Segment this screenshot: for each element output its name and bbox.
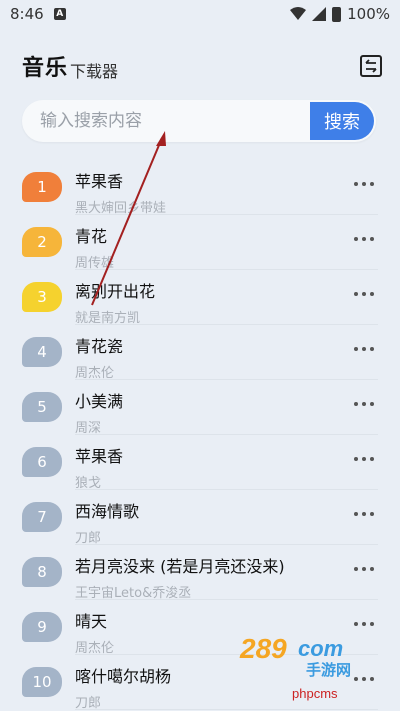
song-text: 喀什噶尔胡杨 刀郎 — [75, 663, 171, 711]
watermark-logo-com: com — [298, 636, 343, 661]
song-artist: 狼戈 — [75, 476, 102, 491]
notification-a-icon: A — [53, 8, 66, 20]
status-right: 100% — [290, 5, 390, 23]
song-artist: 刀郎 — [75, 696, 102, 711]
song-row[interactable]: 3 离别开出花 就是南方凯 — [0, 270, 400, 326]
song-title: 离别开出花 — [75, 282, 156, 301]
song-artist: 黑大婶回乡带娃 — [75, 201, 167, 216]
switch-icon[interactable] — [360, 55, 382, 77]
watermark-site: phpcms — [292, 686, 338, 701]
song-text: 青花瓷 周杰伦 — [75, 333, 123, 381]
status-bar: 8:46 A 100% — [0, 0, 400, 28]
song-title: 晴天 — [75, 612, 108, 631]
song-title: 苹果香 — [75, 447, 124, 466]
song-text: 苹果香 黑大婶回乡带娃 — [75, 168, 166, 216]
song-row[interactable]: 2 青花 周传雄 — [0, 215, 400, 271]
song-title: 喀什噶尔胡杨 — [75, 667, 172, 686]
rank-badge: 2 — [22, 227, 62, 257]
song-text: 若月亮没来 (若是月亮还没来) 王宇宙Leto&乔浚丞 — [75, 553, 285, 601]
more-options-icon[interactable] — [354, 402, 374, 406]
rank-badge: 4 — [22, 337, 62, 367]
signal-icon — [312, 7, 327, 21]
rank-badge: 9 — [22, 612, 62, 642]
song-title: 小美满 — [75, 392, 124, 411]
song-text: 小美满 周深 — [75, 388, 123, 436]
more-options-icon[interactable] — [354, 292, 374, 296]
rank-badge: 7 — [22, 502, 62, 532]
song-text: 西海情歌 刀郎 — [75, 498, 139, 546]
more-options-icon[interactable] — [354, 182, 374, 186]
search-bar: 搜索 — [22, 100, 376, 142]
song-artist: 周传雄 — [75, 256, 115, 271]
status-time: 8:46 — [10, 5, 44, 23]
rank-badge: 5 — [22, 392, 62, 422]
song-title: 西海情歌 — [75, 502, 140, 521]
app-title: 音乐 — [22, 56, 69, 81]
song-row[interactable]: 5 小美满 周深 — [0, 380, 400, 436]
song-artist: 就是南方凯 — [75, 311, 141, 326]
rank-badge: 10 — [22, 667, 62, 697]
song-text: 晴天 周杰伦 — [75, 608, 114, 656]
more-options-icon[interactable] — [354, 347, 374, 351]
app-header: 音乐 下载器 — [22, 48, 382, 84]
switch-arrows-icon — [365, 59, 377, 73]
more-options-icon[interactable] — [354, 237, 374, 241]
more-options-icon[interactable] — [354, 567, 374, 571]
song-title: 若月亮没来 (若是月亮还没来) — [75, 557, 285, 576]
song-text: 青花 周传雄 — [75, 223, 114, 271]
song-text: 离别开出花 就是南方凯 — [75, 278, 155, 326]
song-row[interactable]: 7 西海情歌 刀郎 — [0, 490, 400, 546]
song-artist: 周杰伦 — [75, 366, 115, 381]
song-row[interactable]: 4 青花瓷 周杰伦 — [0, 325, 400, 381]
song-row[interactable]: 8 若月亮没来 (若是月亮还没来) 王宇宙Leto&乔浚丞 — [0, 545, 400, 601]
song-artist: 刀郎 — [75, 531, 102, 546]
battery-icon — [332, 6, 342, 22]
more-options-icon[interactable] — [354, 457, 374, 461]
song-row[interactable]: 1 苹果香 黑大婶回乡带娃 — [0, 160, 400, 216]
watermark-logo: 289 com 手游网 — [239, 633, 351, 679]
watermark-logo-289: 289 — [239, 633, 287, 664]
song-artist: 周深 — [75, 421, 102, 436]
search-input[interactable] — [22, 111, 310, 131]
watermark-logo-subtitle: 手游网 — [306, 661, 351, 679]
song-row[interactable]: 6 苹果香 狼戈 — [0, 435, 400, 491]
rank-badge: 3 — [22, 282, 62, 312]
rank-badge: 8 — [22, 557, 62, 587]
song-artist: 王宇宙Leto&乔浚丞 — [75, 586, 192, 601]
wifi-icon — [290, 7, 307, 20]
song-title: 苹果香 — [75, 172, 124, 191]
more-options-icon[interactable] — [354, 512, 374, 516]
search-button[interactable]: 搜索 — [310, 102, 374, 140]
song-list: 1 苹果香 黑大婶回乡带娃 2 青花 周传雄 3 离别开出花 就是南方凯 4 青… — [0, 160, 400, 711]
song-title: 青花 — [75, 227, 108, 246]
song-text: 苹果香 狼戈 — [75, 443, 123, 491]
song-artist: 周杰伦 — [75, 641, 115, 656]
battery-percent: 100% — [347, 5, 390, 23]
rank-badge: 6 — [22, 447, 62, 477]
more-options-icon[interactable] — [354, 622, 374, 626]
app-subtitle: 下载器 — [70, 62, 119, 81]
rank-badge: 1 — [22, 172, 62, 202]
song-title: 青花瓷 — [75, 337, 124, 356]
